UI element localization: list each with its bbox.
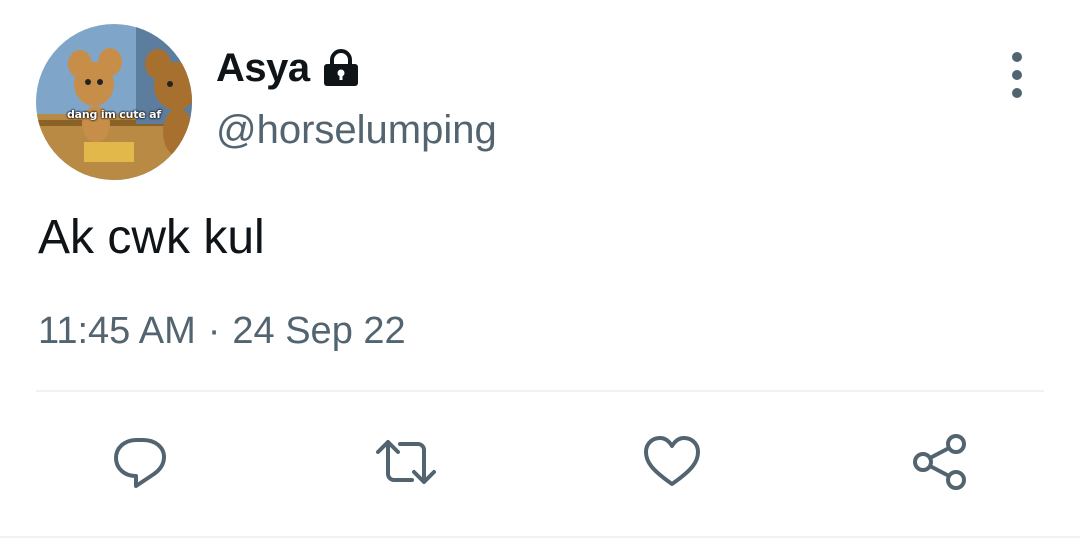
- more-options-dot: [1012, 70, 1022, 80]
- tweet-actions: [0, 430, 1080, 494]
- tweet-card: dang im cute af Asya @horselumping Ak cw…: [0, 0, 1080, 555]
- reply-button[interactable]: [108, 430, 172, 494]
- tweet-timestamp[interactable]: 11:45 AM · 24 Sep 22: [38, 310, 406, 353]
- more-options-button[interactable]: [996, 52, 1038, 98]
- like-button[interactable]: [640, 430, 704, 494]
- tweet-text: Ak cwk kul: [38, 211, 265, 264]
- bottom-divider: [0, 536, 1080, 538]
- avatar-image: [36, 24, 192, 180]
- retweet-button[interactable]: [374, 430, 438, 494]
- retweet-icon: [376, 440, 436, 484]
- lock-icon: [320, 47, 362, 89]
- like-icon: [644, 436, 700, 486]
- share-icon: [913, 434, 966, 490]
- divider: [36, 390, 1044, 392]
- author-name-row: Asya: [216, 42, 362, 94]
- timestamp-separator: ·: [207, 310, 221, 352]
- more-options-dot: [1012, 88, 1022, 98]
- tweet-date: 24 Sep 22: [232, 310, 406, 352]
- display-name[interactable]: Asya: [216, 46, 310, 91]
- share-button[interactable]: [908, 430, 972, 494]
- tweet-time: 11:45 AM: [38, 310, 196, 352]
- avatar-caption: dang im cute af: [66, 108, 161, 121]
- avatar[interactable]: dang im cute af: [36, 24, 192, 180]
- more-options-icon: [1012, 52, 1022, 62]
- reply-icon: [114, 438, 166, 488]
- user-handle[interactable]: @horselumping: [216, 108, 497, 153]
